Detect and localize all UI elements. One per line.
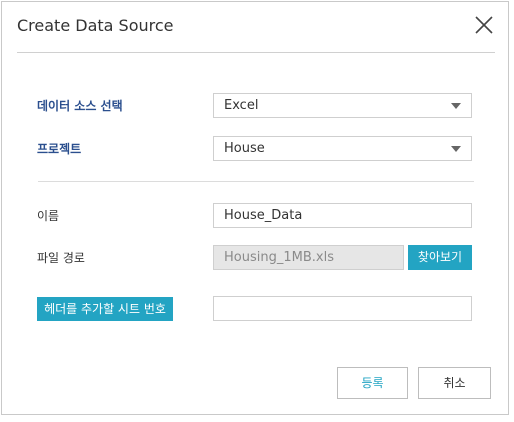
create-data-source-dialog: Create Data Source 데이터 소스 선택 Excel 프로젝트 … [1,1,509,415]
browse-button[interactable]: 찾아보기 [408,245,472,270]
chevron-down-icon [451,103,461,109]
filepath-input: Housing_1MB.xls [213,245,404,270]
name-input[interactable]: House_Data [213,203,472,228]
dialog-title: Create Data Source [17,16,174,35]
project-label: 프로젝트 [37,142,82,156]
cancel-button[interactable]: 취소 [418,367,491,399]
register-button[interactable]: 등록 [337,367,408,399]
project-value: House [224,141,265,156]
header-sheet-input[interactable] [213,296,472,321]
project-select[interactable]: House [213,136,472,161]
datasource-label: 데이터 소스 선택 [37,99,123,113]
filepath-label: 파일 경로 [37,251,85,265]
chevron-down-icon [451,146,461,152]
header-sheet-label: 헤더를 추가할 시트 번호 [37,297,173,321]
close-icon[interactable] [473,14,495,36]
section-divider [38,181,474,182]
title-divider [17,52,495,53]
datasource-value: Excel [224,98,259,113]
datasource-select[interactable]: Excel [213,93,472,118]
name-label: 이름 [37,209,60,223]
